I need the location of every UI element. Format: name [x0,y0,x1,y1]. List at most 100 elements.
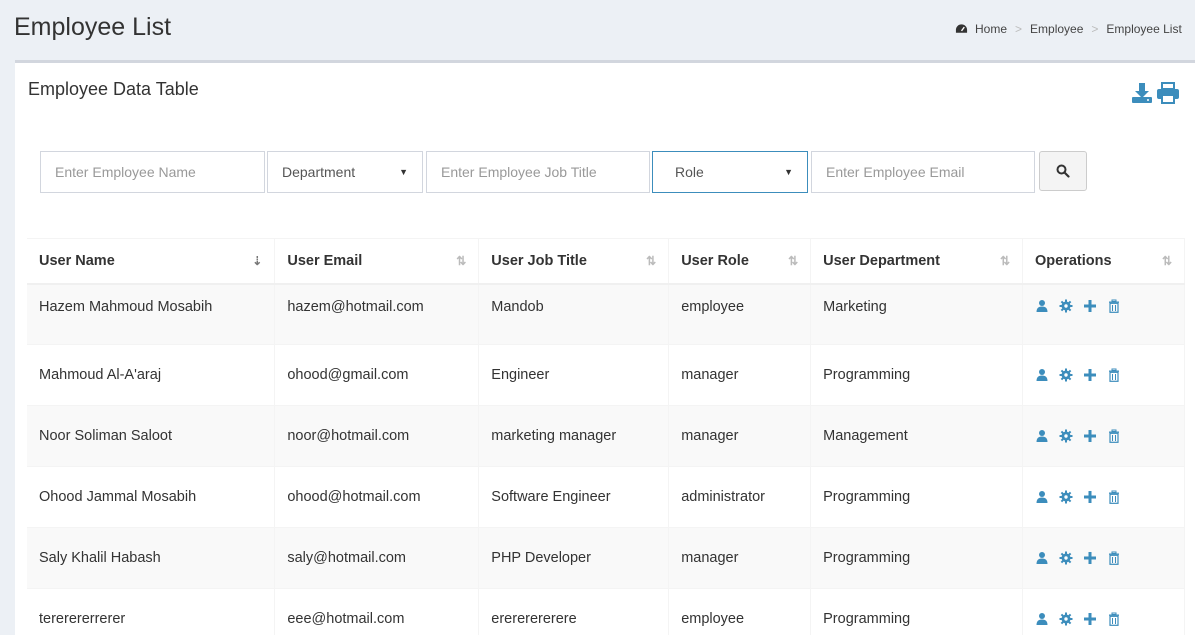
operations-group [1035,551,1172,565]
user-icon[interactable] [1035,490,1049,504]
column-label: User Department [823,252,940,269]
panel-tools [1130,81,1180,105]
plus-icon[interactable] [1083,299,1097,313]
gear-icon[interactable] [1059,429,1073,443]
cell-user-job-title: marketing manager [478,405,670,467]
cell-user-department: Programming [810,527,1024,589]
column-header-user-role[interactable]: User Role ⇅ [668,238,812,285]
sort-icon: ⇅ [1161,254,1172,268]
department-select-value: Department [282,164,356,180]
employee-name-input[interactable]: Enter Employee Name [40,151,265,193]
trash-icon[interactable] [1107,612,1121,627]
cell-user-role: manager [668,344,812,406]
cell-user-department: Programming [810,344,1024,406]
cell-user-email: noor@hotmail.com [274,405,480,467]
table-row: tererererrerer eee@hotmail.com erererere… [27,588,1185,635]
user-icon[interactable] [1035,551,1049,565]
sort-asc-icon: ⇣ [252,254,263,268]
trash-icon[interactable] [1107,299,1121,313]
user-icon[interactable] [1035,612,1049,626]
sort-icon: ⇅ [646,254,657,268]
trash-icon[interactable] [1107,368,1121,382]
operations-group [1035,429,1172,443]
cell-user-email: eee@hotmail.com [274,588,480,635]
plus-icon[interactable] [1083,429,1097,443]
search-icon [1056,164,1070,178]
cell-operations [1022,283,1185,345]
cell-user-email: ohood@hotmail.com [274,466,480,528]
page-title: Employee List [14,13,172,41]
column-label: User Role [681,252,749,269]
operations-group [1035,490,1172,504]
cell-user-job-title: PHP Developer [478,527,670,589]
caret-down-icon: ▼ [399,167,408,177]
cell-user-job-title: Software Engineer [478,466,670,528]
table-row: Saly Khalil Habash saly@hotmail.com PHP … [27,527,1185,589]
employee-data-panel: Employee Data Table Enter Employee Name … [15,60,1195,635]
cell-user-name: Mahmoud Al-A'araj [27,344,276,406]
plus-icon[interactable] [1083,612,1097,626]
gear-icon[interactable] [1059,299,1073,313]
gear-icon[interactable] [1059,551,1073,565]
caret-down-icon: ▼ [784,167,793,177]
breadcrumb-home[interactable]: Home [975,22,1007,36]
plus-icon[interactable] [1083,368,1097,382]
operations-group [1035,612,1172,627]
sort-icon: ⇅ [456,254,467,268]
cell-user-email: saly@hotmail.com [274,527,480,589]
cell-operations [1022,344,1185,406]
breadcrumb-employee-list: Employee List [1106,22,1182,36]
gear-icon[interactable] [1059,368,1073,382]
cell-user-email: ohood@gmail.com [274,344,480,406]
role-select[interactable]: Role ▼ [652,151,808,193]
cell-user-role: employee [668,283,812,345]
department-select[interactable]: Department ▼ [267,151,423,193]
role-select-value: Role [675,164,704,180]
employee-name-placeholder: Enter Employee Name [55,164,196,180]
table-row: Ohood Jammal Mosabih ohood@hotmail.com S… [27,466,1185,528]
table-row: Hazem Mahmoud Mosabih hazem@hotmail.com … [27,283,1185,345]
breadcrumb-separator: > [1091,22,1099,36]
breadcrumb: Home > Employee > Employee List [925,20,1195,38]
table-row: Noor Soliman Saloot noor@hotmail.com mar… [27,405,1185,467]
column-header-user-name[interactable]: User Name ⇣ [27,238,276,285]
dashboard-icon [955,24,968,33]
cell-user-job-title: Engineer [478,344,670,406]
employee-table: User Name ⇣ User Email ⇅ User Job Title ⇅ U… [27,238,1185,635]
plus-icon[interactable] [1083,490,1097,504]
cell-user-department: Programming [810,466,1024,528]
cell-operations [1022,466,1185,528]
cell-operations [1022,527,1185,589]
column-header-user-department[interactable]: User Department ⇅ [810,238,1024,285]
trash-icon[interactable] [1107,551,1121,565]
cell-user-name: Hazem Mahmoud Mosabih [27,283,276,345]
user-icon[interactable] [1035,429,1049,443]
user-icon[interactable] [1035,299,1049,313]
column-label: User Job Title [491,252,587,269]
column-header-user-job-title[interactable]: User Job Title ⇅ [478,238,670,285]
gear-icon[interactable] [1059,490,1073,504]
cell-user-department: Marketing [810,283,1024,345]
cell-user-role: administrator [668,466,812,528]
job-title-placeholder: Enter Employee Job Title [441,164,597,180]
cell-user-job-title: erererererere [478,588,670,635]
search-button[interactable] [1039,151,1087,191]
panel-title: Employee Data Table [28,79,199,99]
plus-icon[interactable] [1083,551,1097,565]
trash-icon[interactable] [1107,490,1121,504]
cell-user-department: Management [810,405,1024,467]
column-header-operations[interactable]: Operations ⇅ [1022,238,1185,285]
job-title-input[interactable]: Enter Employee Job Title [426,151,650,193]
employee-email-input[interactable]: Enter Employee Email [811,151,1035,193]
gear-icon[interactable] [1059,612,1073,626]
download-icon[interactable] [1130,81,1154,105]
print-icon[interactable] [1156,81,1180,105]
column-header-user-email[interactable]: User Email ⇅ [274,238,480,285]
breadcrumb-employee[interactable]: Employee [1030,22,1083,36]
cell-user-name: Noor Soliman Saloot [27,405,276,467]
user-icon[interactable] [1035,368,1049,382]
column-label: User Email [287,252,363,269]
sort-icon: ⇅ [788,254,799,268]
cell-user-role: manager [668,405,812,467]
trash-icon[interactable] [1107,429,1121,443]
